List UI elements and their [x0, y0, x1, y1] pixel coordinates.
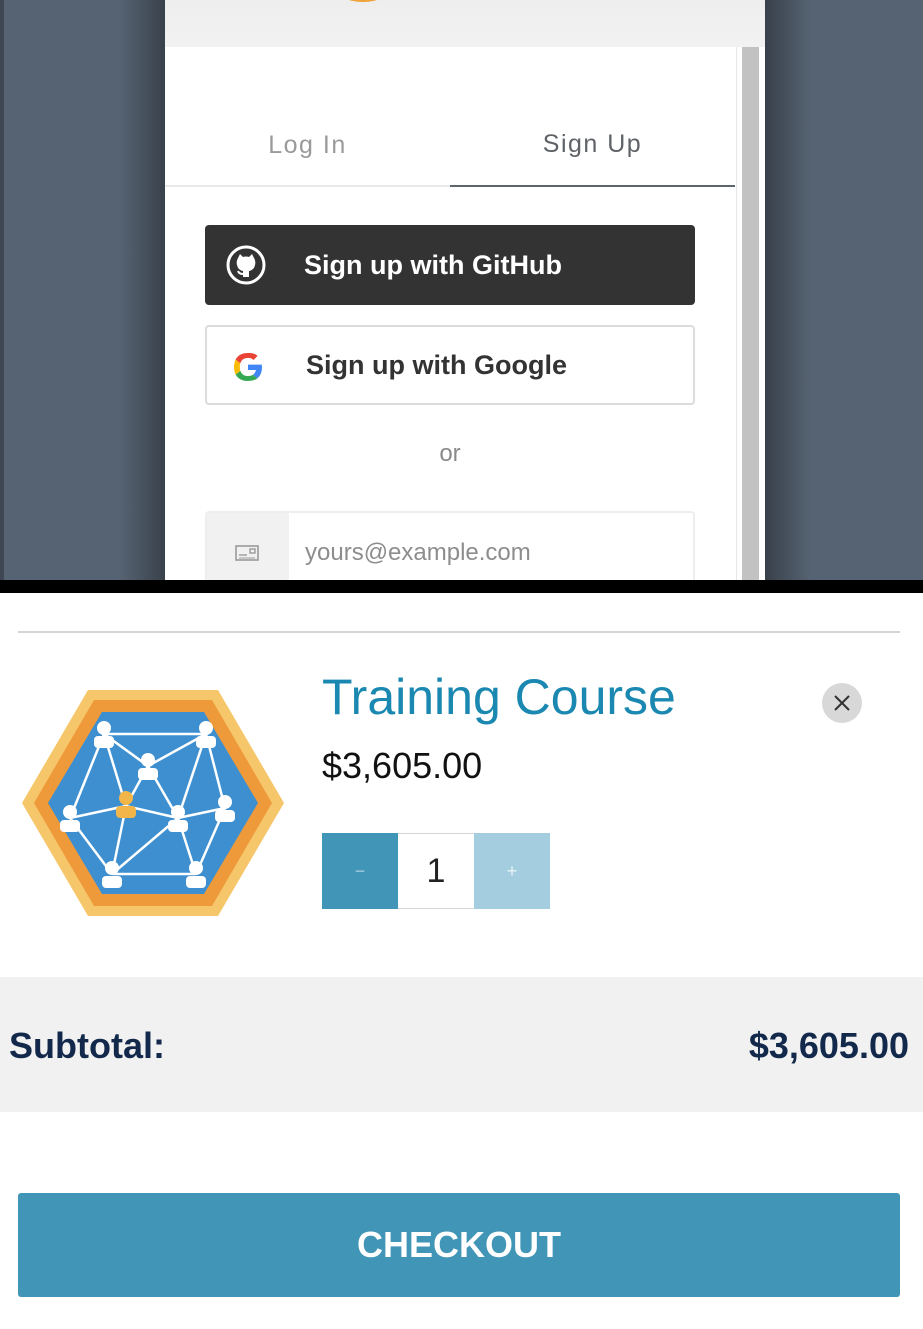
screenshot-divider	[0, 580, 923, 593]
decrease-quantity-button[interactable]: −	[322, 833, 398, 909]
auth-modal: Log In Sign Up Sign up with GitHub Sign …	[165, 0, 765, 580]
github-icon	[226, 245, 266, 285]
quantity-value[interactable]: 1	[398, 833, 474, 909]
checkout-button[interactable]: CHECKOUT	[18, 1193, 900, 1297]
github-signup-label: Sign up with GitHub	[304, 249, 562, 280]
email-input[interactable]	[305, 537, 685, 569]
google-signup-label: Sign up with Google	[306, 349, 567, 380]
subtotal-label: Subtotal:	[9, 1025, 165, 1066]
close-icon	[834, 695, 850, 711]
github-signup-button[interactable]: Sign up with GitHub	[205, 225, 695, 305]
modal-header	[165, 0, 765, 47]
email-icon-box	[207, 513, 289, 580]
scrollbar-thumb[interactable]	[742, 47, 759, 580]
modal-shadow-left	[120, 0, 166, 580]
remove-item-button[interactable]	[822, 683, 862, 723]
or-separator: or	[439, 440, 461, 467]
backdrop-edge	[0, 0, 4, 580]
cart-divider	[18, 631, 900, 633]
tab-sign-up[interactable]: Sign Up	[450, 104, 735, 187]
google-signup-button[interactable]: Sign up with Google	[205, 325, 695, 405]
subtotal-value: $3,605.00	[748, 1025, 909, 1066]
subtotal-bar: Subtotal: $3,605.00	[0, 977, 923, 1112]
increase-quantity-button[interactable]: +	[474, 833, 550, 909]
google-icon	[234, 352, 262, 381]
product-price: $3,605.00	[322, 745, 483, 786]
envelope-icon	[235, 545, 259, 561]
product-title[interactable]: Training Course	[322, 668, 676, 726]
auth-screenshot: Log In Sign Up Sign up with GitHub Sign …	[0, 0, 923, 580]
logo-icon	[335, 0, 391, 2]
email-field-wrapper	[205, 511, 695, 580]
product-image[interactable]	[22, 688, 284, 918]
modal-shadow-right	[765, 0, 811, 580]
auth-tabs: Log In Sign Up	[165, 104, 735, 187]
tab-log-in[interactable]: Log In	[165, 104, 450, 187]
quantity-stepper: − 1 +	[322, 833, 550, 909]
